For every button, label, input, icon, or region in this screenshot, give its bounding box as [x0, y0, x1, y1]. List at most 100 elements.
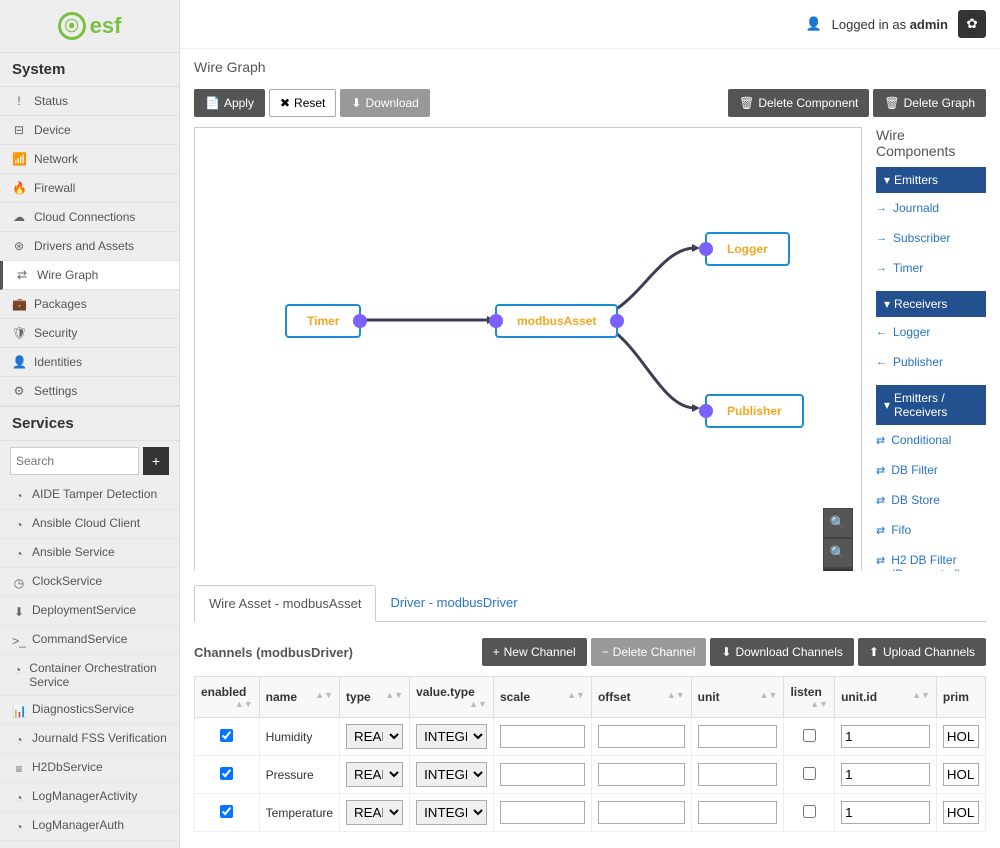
- value-type-select[interactable]: INTEGERLONGFLOATDOUBLEBOOLEANSTRING: [416, 724, 487, 749]
- offset-input[interactable]: [598, 801, 685, 824]
- col-primary[interactable]: prim: [936, 677, 985, 718]
- wc-item-logger[interactable]: ←Logger: [876, 317, 986, 347]
- type-select[interactable]: READWRITEREAD_WRITE: [346, 762, 403, 787]
- new-channel-button[interactable]: + New Channel: [482, 638, 587, 666]
- sidebar-item-status[interactable]: !Status: [0, 87, 179, 116]
- wc-group-receivers[interactable]: ▾ Receivers: [876, 291, 986, 317]
- wc-item-db-store[interactable]: ⇄DB Store: [876, 485, 986, 515]
- sidebar-item-packages[interactable]: 💼Packages: [0, 290, 179, 319]
- type-select[interactable]: READWRITEREAD_WRITE: [346, 800, 403, 825]
- wc-item-h2-db-filter-deprecated-[interactable]: ⇄H2 DB Filter (Deprecated): [876, 545, 986, 571]
- sidebar-item-wire-graph[interactable]: ⇄Wire Graph: [0, 261, 179, 290]
- unit-input[interactable]: [698, 725, 778, 748]
- tab-wire-asset[interactable]: Wire Asset - modbusAsset: [194, 585, 376, 622]
- listen-checkbox[interactable]: [803, 805, 816, 818]
- wc-group-emitters-receivers[interactable]: ▾ Emitters / Receivers: [876, 385, 986, 425]
- port-in[interactable]: [699, 404, 713, 418]
- service-item-container-orchestration-service[interactable]: ◔Container Orchestration Service: [0, 655, 179, 696]
- col-value-type[interactable]: value.type▲▼: [410, 677, 494, 718]
- service-item-journald-fss-verification[interactable]: ◔Journald FSS Verification: [0, 725, 179, 754]
- sidebar-item-settings[interactable]: ⚙Settings: [0, 377, 179, 406]
- wc-group-emitters[interactable]: ▾ Emitters: [876, 167, 986, 193]
- service-item-aide-tamper-detection[interactable]: ◔AIDE Tamper Detection: [0, 481, 179, 510]
- wire-graph-canvas[interactable]: Timer modbusAsset Logger Publishe: [194, 127, 862, 571]
- port-in[interactable]: [489, 314, 503, 328]
- enabled-checkbox[interactable]: [220, 729, 233, 742]
- service-item-commandservice[interactable]: >_CommandService: [0, 626, 179, 655]
- col-unit[interactable]: unit▲▼: [691, 677, 784, 718]
- enabled-checkbox[interactable]: [220, 767, 233, 780]
- scale-input[interactable]: [500, 763, 585, 786]
- port-in[interactable]: [699, 242, 713, 256]
- col-listen[interactable]: listen▲▼: [784, 677, 835, 718]
- upload-channels-button[interactable]: ⬆ Upload Channels: [858, 638, 986, 666]
- unit-id-input[interactable]: [841, 763, 930, 786]
- unit-id-input[interactable]: [841, 725, 930, 748]
- apply-button[interactable]: 📄 Apply: [194, 89, 265, 117]
- service-item-logmanagerauth[interactable]: ◔LogManagerAuth: [0, 812, 179, 841]
- fit-button[interactable]: ✖: [823, 568, 853, 571]
- listen-checkbox[interactable]: [803, 767, 816, 780]
- zoom-out-button[interactable]: 🔍: [823, 538, 853, 568]
- delete-component-button[interactable]: 🗑 Delete Component: [728, 89, 869, 117]
- primary-input[interactable]: [943, 725, 979, 748]
- col-type[interactable]: type▲▼: [340, 677, 410, 718]
- sidebar-item-cloud-connections[interactable]: ☁Cloud Connections: [0, 203, 179, 232]
- unit-id-input[interactable]: [841, 801, 930, 824]
- wc-item-fifo[interactable]: ⇄Fifo: [876, 515, 986, 545]
- sidebar-item-device[interactable]: ⊟Device: [0, 116, 179, 145]
- scale-input[interactable]: [500, 801, 585, 824]
- col-unit-id[interactable]: unit.id▲▼: [835, 677, 937, 718]
- wc-item-journald[interactable]: →Journald: [876, 193, 986, 223]
- sidebar-item-security[interactable]: 🛡Security: [0, 319, 179, 348]
- wc-item-conditional[interactable]: ⇄Conditional: [876, 425, 986, 455]
- wc-item-subscriber[interactable]: →Subscriber: [876, 223, 986, 253]
- value-type-select[interactable]: INTEGERLONGFLOATDOUBLEBOOLEANSTRING: [416, 762, 487, 787]
- service-item-logmanagerdefault[interactable]: ◔LogManagerDefault: [0, 841, 179, 848]
- port-out[interactable]: [353, 314, 367, 328]
- wc-item-db-filter[interactable]: ⇄DB Filter: [876, 455, 986, 485]
- scale-input[interactable]: [500, 725, 585, 748]
- node-logger[interactable]: Logger: [705, 232, 790, 266]
- offset-input[interactable]: [598, 725, 685, 748]
- col-scale[interactable]: scale▲▼: [493, 677, 591, 718]
- sidebar-item-firewall[interactable]: 🔥Firewall: [0, 174, 179, 203]
- tab-driver[interactable]: Driver - modbusDriver: [376, 585, 531, 621]
- col-offset[interactable]: offset▲▼: [591, 677, 691, 718]
- port-out[interactable]: [610, 314, 624, 328]
- offset-input[interactable]: [598, 763, 685, 786]
- reset-button[interactable]: ✖ Reset: [269, 89, 336, 117]
- wc-item-publisher[interactable]: ←Publisher: [876, 347, 986, 377]
- search-add-button[interactable]: +: [143, 447, 169, 475]
- download-channels-button[interactable]: ⬇ Download Channels: [710, 638, 853, 666]
- sidebar-item-drivers-and-assets[interactable]: ⊛Drivers and Assets: [0, 232, 179, 261]
- delete-graph-button[interactable]: 🗑 Delete Graph: [873, 89, 986, 117]
- primary-input[interactable]: [943, 801, 979, 824]
- search-input[interactable]: [10, 447, 139, 475]
- primary-input[interactable]: [943, 763, 979, 786]
- service-item-deploymentservice[interactable]: ⬇DeploymentService: [0, 597, 179, 626]
- node-timer[interactable]: Timer: [285, 304, 361, 338]
- settings-button[interactable]: ✿: [958, 10, 986, 38]
- service-item-ansible-cloud-client[interactable]: ◔Ansible Cloud Client: [0, 510, 179, 539]
- delete-channel-button[interactable]: − Delete Channel: [591, 638, 707, 666]
- service-item-clockservice[interactable]: ◷ClockService: [0, 568, 179, 597]
- zoom-in-button[interactable]: 🔍: [823, 508, 853, 538]
- service-item-ansible-service[interactable]: ◔Ansible Service: [0, 539, 179, 568]
- type-select[interactable]: READWRITEREAD_WRITE: [346, 724, 403, 749]
- unit-input[interactable]: [698, 801, 778, 824]
- value-type-select[interactable]: INTEGERLONGFLOATDOUBLEBOOLEANSTRING: [416, 800, 487, 825]
- download-button[interactable]: ⬇ Download: [340, 89, 429, 117]
- node-publisher[interactable]: Publisher: [705, 394, 804, 428]
- node-modbus-asset[interactable]: modbusAsset: [495, 304, 618, 338]
- service-item-logmanageractivity[interactable]: ◔LogManagerActivity: [0, 783, 179, 812]
- col-enabled[interactable]: enabled▲▼: [195, 677, 260, 718]
- listen-checkbox[interactable]: [803, 729, 816, 742]
- unit-input[interactable]: [698, 763, 778, 786]
- enabled-checkbox[interactable]: [220, 805, 233, 818]
- service-item-diagnosticsservice[interactable]: 📊DiagnosticsService: [0, 696, 179, 725]
- col-name[interactable]: name▲▼: [259, 677, 339, 718]
- sidebar-item-network[interactable]: 📶Network: [0, 145, 179, 174]
- sidebar-item-identities[interactable]: 👤Identities: [0, 348, 179, 377]
- service-item-h2dbservice[interactable]: ≡H2DbService: [0, 754, 179, 783]
